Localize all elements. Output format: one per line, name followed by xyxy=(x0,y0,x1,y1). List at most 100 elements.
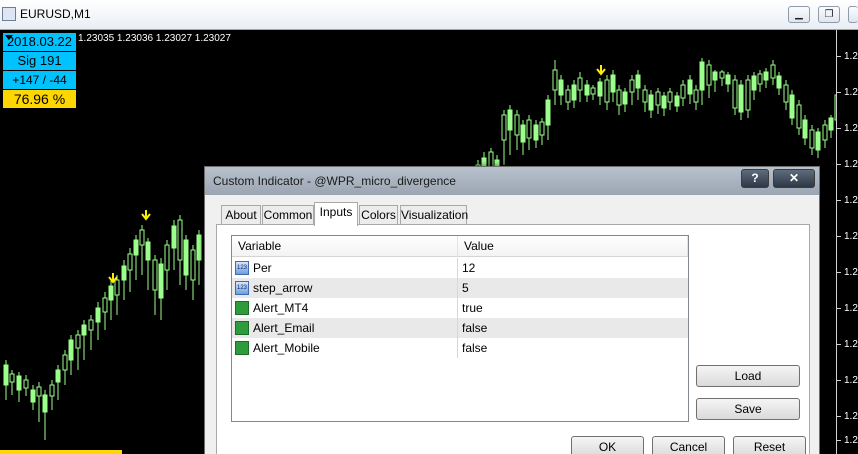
table-row[interactable]: 123 step_arrow 5 xyxy=(232,278,688,298)
candle-body xyxy=(121,265,127,281)
candle-body xyxy=(171,225,177,249)
candle-body xyxy=(190,249,196,281)
candle-body xyxy=(815,131,821,151)
stats-win-loss: +147 / -44 xyxy=(3,71,76,89)
candle-body xyxy=(738,84,744,113)
tab-common[interactable]: Common xyxy=(262,205,314,225)
close-dialog-button[interactable]: ✕ xyxy=(773,169,815,188)
candle-body xyxy=(88,319,94,331)
candle-body xyxy=(545,99,551,126)
candle-body xyxy=(571,84,577,101)
candle-body xyxy=(565,89,571,103)
candle-body xyxy=(796,104,802,129)
candle-body xyxy=(789,94,795,119)
variable-name: Alert_MT4 xyxy=(253,301,309,315)
variable-value[interactable]: false xyxy=(462,341,487,355)
candle-body xyxy=(745,79,751,111)
price-tick: 1.23 xyxy=(837,87,858,98)
candle-body xyxy=(590,87,596,95)
candle-body xyxy=(828,117,834,131)
variable-value[interactable]: true xyxy=(462,301,483,315)
stats-date-label: 2018.03.22 xyxy=(3,33,76,51)
dialog-title-bar[interactable]: Custom Indicator - @WPR_micro_divergence… xyxy=(205,167,819,195)
price-tick: 1.23 xyxy=(837,123,858,134)
candle-body xyxy=(81,324,87,336)
number-icon: 123 xyxy=(235,281,249,295)
stats-signal-count: Sig 191 xyxy=(3,52,76,70)
candle-body xyxy=(196,234,202,261)
variable-value[interactable]: false xyxy=(462,321,487,335)
candle-body xyxy=(622,91,628,105)
chart-window-icon xyxy=(2,7,16,21)
candle-body xyxy=(770,64,776,79)
window-title: EURUSD,M1 xyxy=(20,7,91,21)
candle-body xyxy=(514,114,520,136)
candle-body xyxy=(757,73,763,85)
stats-date-text: 2018.03.22 xyxy=(6,34,73,49)
price-tick: 1.23 xyxy=(837,435,858,446)
candle-body xyxy=(616,89,622,106)
tab-colors[interactable]: Colors xyxy=(359,205,398,225)
candle-body xyxy=(687,79,693,95)
parameters-table[interactable]: Variable Value 123 Per 12 123 step_arrow… xyxy=(231,235,689,422)
table-row[interactable]: Alert_Email false xyxy=(232,318,688,338)
candle-body xyxy=(139,229,145,246)
candle-body xyxy=(108,285,114,301)
candle-body xyxy=(706,64,712,86)
candle-body xyxy=(719,71,725,79)
candle-body xyxy=(3,364,9,386)
candle-body xyxy=(152,259,158,291)
variable-name: Alert_Email xyxy=(253,321,315,335)
candle-body xyxy=(16,375,22,391)
candle-body xyxy=(802,119,808,139)
candle-body xyxy=(712,71,718,81)
reset-button[interactable]: Reset xyxy=(733,436,806,454)
price-tick: 1.23 xyxy=(837,339,858,350)
candle-body xyxy=(114,279,120,296)
close-window-button[interactable] xyxy=(848,6,858,23)
save-button[interactable]: Save xyxy=(696,398,800,420)
candle-body xyxy=(62,354,68,371)
candle-body xyxy=(526,119,532,139)
column-header-variable[interactable]: Variable xyxy=(232,236,458,257)
signal-arrow-icon xyxy=(141,210,151,221)
candle-body xyxy=(68,339,74,361)
tab-about[interactable]: About xyxy=(221,205,261,225)
tab-inputs[interactable]: Inputs xyxy=(314,202,358,226)
candle-body xyxy=(648,94,654,111)
table-row[interactable]: Alert_MT4 true xyxy=(232,298,688,318)
load-button[interactable]: Load xyxy=(696,365,800,387)
candle-body xyxy=(776,75,782,89)
candle-body xyxy=(102,297,108,313)
candle-body xyxy=(610,74,616,93)
table-row[interactable]: Alert_Mobile false xyxy=(232,338,688,358)
price-tick: 1.23 xyxy=(837,375,858,386)
tab-visualization[interactable]: Visualization xyxy=(400,205,468,225)
signal-arrow-icon xyxy=(596,65,606,76)
candle-body xyxy=(699,61,705,91)
candle-body xyxy=(783,84,789,103)
column-header-value[interactable]: Value xyxy=(458,236,688,257)
candle-body xyxy=(539,121,545,136)
restore-button[interactable]: ❐ xyxy=(818,6,840,23)
boolean-icon xyxy=(235,321,249,335)
candle-body xyxy=(145,241,151,261)
ok-button[interactable]: OK xyxy=(571,436,644,454)
help-button[interactable]: ? xyxy=(741,169,769,188)
candle-body xyxy=(507,109,513,131)
cancel-button[interactable]: Cancel xyxy=(652,436,725,454)
candle-body xyxy=(604,79,610,103)
candle-body xyxy=(158,263,164,299)
dialog-title: Custom Indicator - @WPR_micro_divergence xyxy=(213,174,456,188)
price-axis: 1.23 1.23 1.23 1.23 1.23 1.23 1.23 1.23 … xyxy=(836,30,858,454)
price-tick: 1.23 xyxy=(837,195,858,206)
variable-value[interactable]: 12 xyxy=(462,261,475,275)
candle-body xyxy=(822,124,828,141)
candle-body xyxy=(751,75,757,91)
table-row[interactable]: 123 Per 12 xyxy=(232,258,688,278)
boolean-icon xyxy=(235,341,249,355)
candle-body xyxy=(552,69,558,91)
candle-body xyxy=(763,71,769,81)
variable-value[interactable]: 5 xyxy=(462,281,469,295)
minimize-button[interactable]: ▁ xyxy=(788,6,810,23)
